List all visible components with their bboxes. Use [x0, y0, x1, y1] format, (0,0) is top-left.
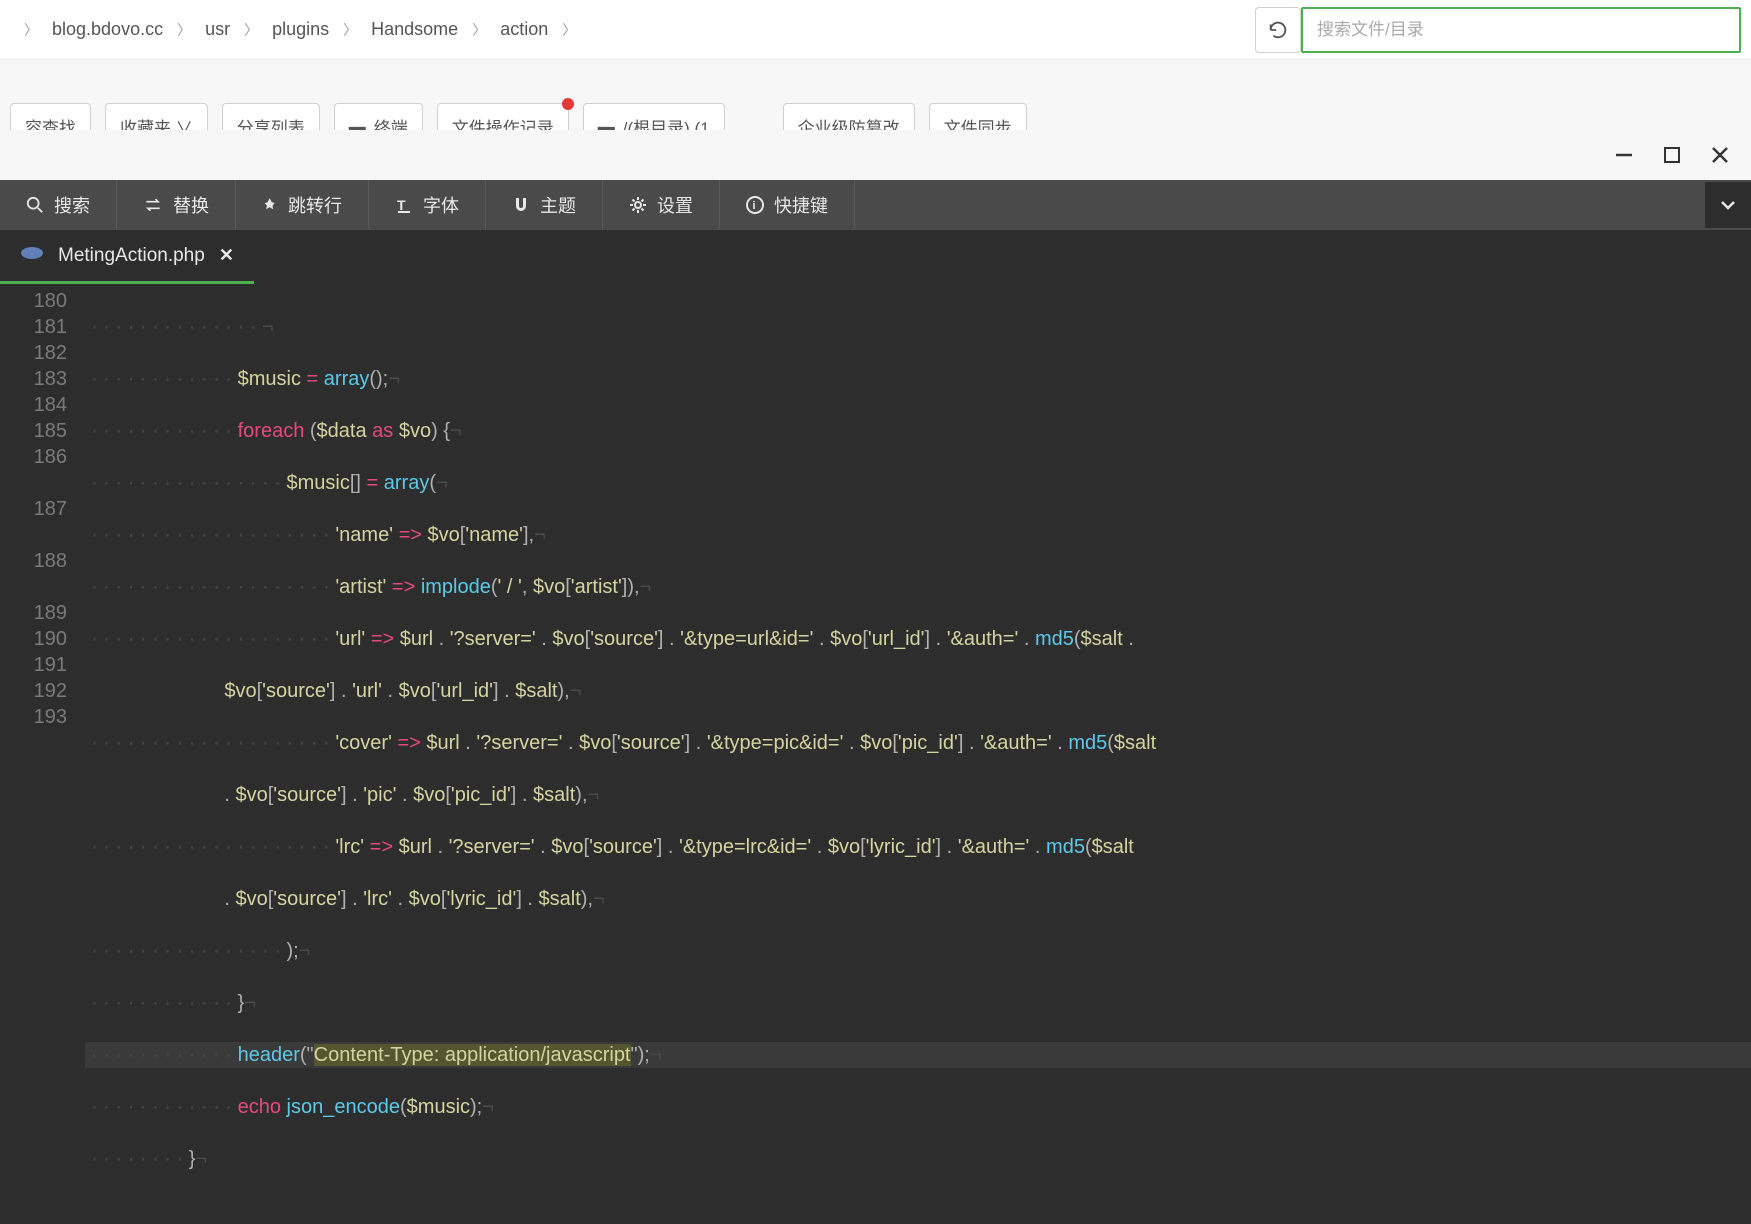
search-input[interactable] [1301, 7, 1741, 53]
toolbar-button[interactable]: 收藏夹 ∨ [105, 103, 208, 130]
toolbar-button[interactable]: 文件操作记录 [437, 103, 569, 130]
code-editor[interactable]: 180 181 182 183 184 185 186 187 188 189 … [0, 284, 1751, 1224]
refresh-button[interactable] [1255, 7, 1301, 53]
close-button[interactable] [1707, 142, 1733, 168]
chevron-right-icon: 〉 [177, 20, 191, 40]
breadcrumb: 〉 blog.bdovo.cc 〉 usr 〉 plugins 〉 Handso… [10, 19, 1225, 40]
toolbar-button[interactable]: 容查找 [10, 103, 91, 130]
code-content[interactable]: · · · · · · · · · · · · · · ¬ · · · · · … [85, 284, 1751, 1224]
chevron-right-icon: 〉 [24, 20, 38, 40]
search-icon [26, 196, 44, 214]
editor-toolbar: 搜索 替换 跳转行 T字体 主题 设置 i快捷键 [0, 180, 1751, 230]
chevron-right-icon: 〉 [472, 20, 486, 40]
gear-icon [629, 196, 647, 214]
toolbar-button[interactable]: ▬/(根目录) (1 [583, 103, 725, 130]
breadcrumb-item[interactable]: blog.bdovo.cc [52, 19, 163, 40]
minimize-button[interactable] [1611, 142, 1637, 168]
editor-window: 搜索 替换 跳转行 T字体 主题 设置 i快捷键 MetingAction.ph… [0, 130, 1751, 1224]
pin-icon [262, 196, 278, 214]
toolbar-button[interactable]: ▬终端 [334, 103, 423, 130]
shortcuts-button[interactable]: i快捷键 [720, 180, 855, 230]
file-tab[interactable]: MetingAction.php ✕ [0, 230, 254, 284]
toolbar-button[interactable]: 文件同步 [929, 103, 1027, 130]
theme-button[interactable]: 主题 [486, 180, 603, 230]
magnet-icon [512, 196, 530, 214]
goto-line-button[interactable]: 跳转行 [236, 180, 369, 230]
notification-dot-icon [562, 98, 574, 110]
info-icon: i [746, 196, 764, 214]
font-button[interactable]: T字体 [369, 180, 486, 230]
window-controls [1611, 142, 1733, 168]
search-button[interactable]: 搜索 [0, 180, 117, 230]
php-icon [20, 244, 44, 268]
text-icon: T [395, 196, 413, 214]
toolbar-button[interactable]: 企业级防篡改 [783, 103, 915, 130]
toolbar-more-button[interactable] [1705, 182, 1751, 228]
top-bar: 〉 blog.bdovo.cc 〉 usr 〉 plugins 〉 Handso… [0, 0, 1751, 60]
refresh-icon [1267, 19, 1289, 41]
action-toolbar: 容查找 收藏夹 ∨ 分享列表 ▬终端 文件操作记录 ▬/(根目录) (1 企业级… [0, 60, 1751, 130]
tab-filename: MetingAction.php [58, 245, 205, 267]
svg-text:T: T [397, 197, 406, 213]
chevron-right-icon: 〉 [562, 20, 576, 40]
replace-button[interactable]: 替换 [117, 180, 236, 230]
breadcrumb-item[interactable]: Handsome [371, 19, 458, 40]
chevron-right-icon: 〉 [343, 20, 357, 40]
tab-bar: MetingAction.php ✕ [0, 230, 1751, 284]
settings-button[interactable]: 设置 [603, 180, 720, 230]
line-gutter: 180 181 182 183 184 185 186 187 188 189 … [0, 284, 85, 1224]
breadcrumb-item[interactable]: plugins [272, 19, 329, 40]
chevron-down-icon [1719, 196, 1737, 214]
toolbar-button[interactable]: 分享列表 [222, 103, 320, 130]
svg-text:i: i [753, 200, 756, 212]
breadcrumb-item[interactable]: usr [205, 19, 230, 40]
maximize-button[interactable] [1659, 142, 1685, 168]
swap-icon [143, 196, 163, 214]
breadcrumb-item[interactable]: action [500, 19, 548, 40]
close-tab-button[interactable]: ✕ [219, 245, 234, 266]
chevron-right-icon: 〉 [244, 20, 258, 40]
